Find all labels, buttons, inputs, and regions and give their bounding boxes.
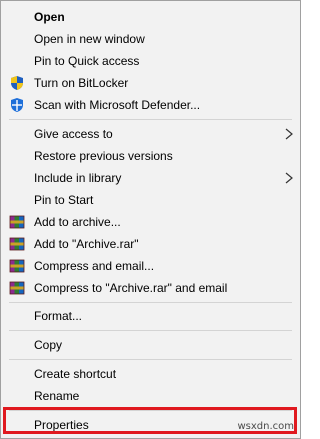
menu-item-label: Copy [34,338,63,352]
menu-item-label: Open in new window [34,32,145,46]
menu-item-label: Pin to Quick access [34,54,140,68]
menu-item-label: Open [34,10,65,24]
menu-item-bitlocker[interactable]: Turn on BitLocker [1,72,300,94]
menu-item-label: Include in library [34,171,122,185]
menu-item-label: Add to archive... [34,215,121,229]
defender-icon [11,98,23,112]
menu-item-label: Compress to "Archive.rar" and email [34,281,228,295]
menu-separator [9,359,292,360]
winrar-icon [9,237,25,251]
menu-item-pin-quick-access[interactable]: Pin to Quick access [1,50,300,72]
menu-item-label: Create shortcut [34,367,117,381]
winrar-icon [9,215,25,229]
menu-item-include-library[interactable]: Include in library [1,167,300,189]
menu-item-label: Turn on BitLocker [34,76,129,90]
winrar-icon [9,281,25,295]
menu-item-add-archive[interactable]: Add to archive... [1,211,300,233]
menu-item-create-shortcut[interactable]: Create shortcut [1,363,300,385]
menu-item-label: Rename [34,389,80,403]
menu-item-open[interactable]: Open [1,6,300,28]
menu-item-restore-versions[interactable]: Restore previous versions [1,145,300,167]
menu-item-copy[interactable]: Copy [1,334,300,356]
menu-separator [9,119,292,120]
menu-item-format[interactable]: Format... [1,305,300,327]
menu-item-label: Compress and email... [34,259,155,273]
menu-item-scan-defender[interactable]: Scan with Microsoft Defender... [1,94,300,116]
menu-item-compress-email[interactable]: Compress and email... [1,255,300,277]
shield-icon [11,76,23,90]
menu-separator [9,330,292,331]
winrar-icon [9,259,25,273]
chevron-right-icon [285,172,293,184]
menu-separator [9,302,292,303]
menu-item-label: Add to "Archive.rar" [34,237,139,251]
menu-item-open-new-window[interactable]: Open in new window [1,28,300,50]
context-menu: Open Open in new window Pin to Quick acc… [0,0,301,439]
menu-item-compress-rar-email[interactable]: Compress to "Archive.rar" and email [1,277,300,299]
watermark-text: wsxdn.com [237,421,294,432]
menu-item-add-archive-rar[interactable]: Add to "Archive.rar" [1,233,300,255]
menu-item-give-access[interactable]: Give access to [1,123,300,145]
menu-item-pin-start[interactable]: Pin to Start [1,189,300,211]
menu-item-label: Format... [34,309,83,323]
chevron-right-icon [285,128,293,140]
menu-item-label: Pin to Start [34,193,94,207]
menu-item-label: Restore previous versions [34,149,173,163]
menu-item-label: Scan with Microsoft Defender... [34,98,201,112]
menu-item-rename[interactable]: Rename [1,385,300,407]
menu-item-label: Give access to [34,127,113,141]
